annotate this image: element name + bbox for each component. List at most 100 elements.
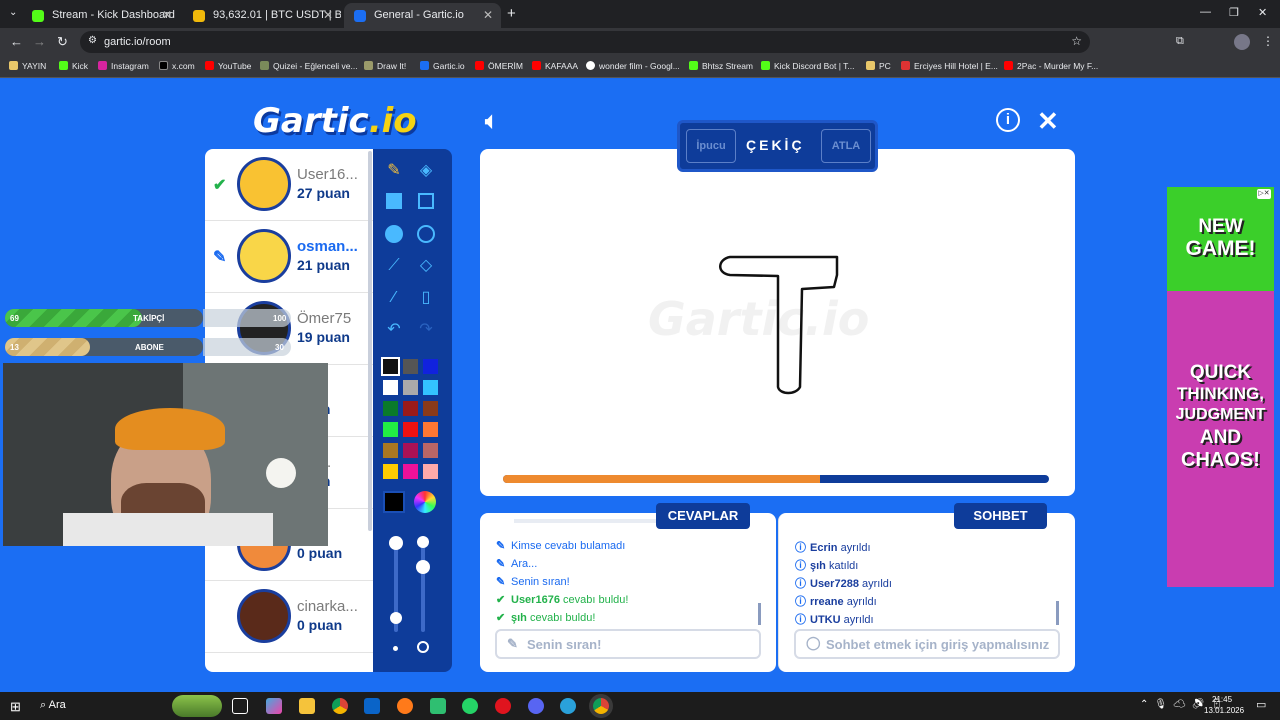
color-swatch[interactable] xyxy=(383,422,398,437)
fill-bucket-icon[interactable]: ◈ xyxy=(416,161,436,181)
color-swatch[interactable] xyxy=(383,464,398,479)
bookmark-item[interactable]: Kick xyxy=(59,61,88,71)
bookmark-item[interactable]: wonder film - Googl... xyxy=(586,61,680,71)
bookmark-item[interactable]: Bhtsz Stream xyxy=(689,61,753,71)
color-swatch[interactable] xyxy=(403,380,418,395)
skip-button[interactable]: ATLA xyxy=(821,129,871,163)
color-swatch[interactable] xyxy=(403,401,418,416)
outlook-icon[interactable] xyxy=(364,698,380,714)
menu-icon[interactable]: ⋮ xyxy=(1262,34,1274,48)
back-icon[interactable]: ← xyxy=(10,34,23,49)
forward-icon[interactable]: → xyxy=(33,34,46,49)
tab-btc-usdt[interactable]: 93,632.01 | BTC USDT | Bitcoin ✕ xyxy=(183,3,341,28)
color-swatch[interactable] xyxy=(423,422,438,437)
whatsapp-icon[interactable] xyxy=(462,698,478,714)
profile-avatar[interactable] xyxy=(1234,34,1250,50)
close-tab-icon[interactable]: ✕ xyxy=(483,8,493,22)
color-swatch[interactable] xyxy=(403,359,418,374)
answer-input[interactable]: ✎ Senin sıran! xyxy=(495,629,761,659)
color-swatch[interactable] xyxy=(423,443,438,458)
color-swatch[interactable] xyxy=(403,443,418,458)
eyedropper-icon[interactable]: ⁄ xyxy=(384,288,404,308)
ad-banner[interactable]: NEW GAME! QUICK THINKING, JUDGMENT AND C… xyxy=(1167,187,1274,587)
color-swatch[interactable] xyxy=(403,464,418,479)
answers-scrollbar[interactable] xyxy=(758,603,761,625)
info-icon[interactable]: i xyxy=(996,108,1020,132)
app-icon[interactable] xyxy=(430,698,446,714)
opacity-slider-handle-2[interactable] xyxy=(416,560,430,574)
color-swatch[interactable] xyxy=(383,380,398,395)
opera-icon[interactable] xyxy=(495,698,511,714)
tab-list-icon[interactable]: ⌄ xyxy=(9,7,17,18)
bookmark-item[interactable]: Kick Discord Bot | T... xyxy=(761,61,854,71)
copilot-icon[interactable] xyxy=(266,698,282,714)
color-swatch[interactable] xyxy=(423,401,438,416)
size-slider-handle[interactable] xyxy=(389,536,403,550)
color-swatch[interactable] xyxy=(383,401,398,416)
opacity-slider-handle[interactable] xyxy=(417,536,429,548)
size-slider[interactable] xyxy=(389,536,403,632)
drawing-canvas[interactable]: Gartic.io xyxy=(480,149,1075,496)
close-room-icon[interactable]: ✕ xyxy=(1037,106,1059,137)
discord-icon[interactable] xyxy=(528,698,544,714)
ad-close-icon[interactable]: ▷✕ xyxy=(1257,189,1271,199)
tab-gartic[interactable]: General - Gartic.io ✕ xyxy=(344,3,501,28)
start-icon[interactable]: ⊞ xyxy=(10,699,21,715)
chrome-active-icon[interactable] xyxy=(593,698,609,714)
eraser-icon[interactable]: ◇ xyxy=(416,256,436,276)
task-view-icon[interactable] xyxy=(232,698,248,714)
opacity-slider[interactable] xyxy=(416,536,430,632)
notification-icon[interactable]: ▭ xyxy=(1256,698,1266,711)
bookmark-item[interactable]: 2Pac - Murder My F... xyxy=(1004,61,1098,71)
size-slider-handle-bottom[interactable] xyxy=(390,612,402,624)
url-field[interactable]: ⚙ gartic.io/room ☆ xyxy=(80,31,1090,53)
bookmark-item[interactable]: Quizei - Eğlenceli ve... xyxy=(260,61,358,71)
close-tab-icon[interactable]: ✕ xyxy=(162,8,172,22)
color-swatch[interactable] xyxy=(403,422,418,437)
player-list-scrollbar[interactable] xyxy=(368,151,372,531)
bookmark-star-icon[interactable]: ☆ xyxy=(1071,34,1082,48)
site-info-icon[interactable]: ⚙ xyxy=(88,35,97,46)
current-color-swatch[interactable] xyxy=(383,491,405,513)
taskbar-search[interactable]: ⌕ Ara xyxy=(40,699,66,712)
pencil-icon[interactable]: ✎ xyxy=(384,161,404,181)
tab-kick-dashboard[interactable]: Stream - Kick Dashboard ✕ xyxy=(22,3,180,28)
bookmark-item[interactable]: PC xyxy=(866,61,891,71)
color-picker-icon[interactable] xyxy=(414,491,436,513)
minimize-icon[interactable]: — xyxy=(1200,6,1211,18)
chat-scrollbar[interactable] xyxy=(1056,601,1059,625)
new-tab-icon[interactable]: + xyxy=(507,5,516,22)
color-swatch[interactable] xyxy=(383,443,398,458)
bookmark-item[interactable]: Instagram xyxy=(98,61,149,71)
bookmark-item[interactable]: YAYIN xyxy=(9,61,46,71)
sound-icon[interactable]: 🔈︎ xyxy=(485,108,498,134)
hint-button[interactable]: İpucu xyxy=(686,129,736,163)
player-row[interactable]: ✔ User16... 27 puan xyxy=(205,149,373,221)
file-explorer-icon[interactable] xyxy=(299,698,315,714)
player-row[interactable]: cinarka... 0 puan xyxy=(205,581,373,653)
reload-icon[interactable]: ↻ xyxy=(57,34,68,50)
filled-rect-icon[interactable] xyxy=(384,193,404,213)
bookmark-item[interactable]: YouTube xyxy=(205,61,251,71)
telegram-icon[interactable] xyxy=(560,698,576,714)
bookmark-item[interactable]: Gartic.io xyxy=(420,61,465,71)
line-icon[interactable]: ⟋ xyxy=(384,256,404,276)
close-tab-icon[interactable]: ✕ xyxy=(323,8,333,22)
redo-icon[interactable]: ↷ xyxy=(416,320,436,340)
undo-icon[interactable]: ↶ xyxy=(384,320,404,340)
rect-icon[interactable] xyxy=(416,193,436,213)
firefox-icon[interactable] xyxy=(397,698,413,714)
extensions-icon[interactable]: ⧉ xyxy=(1176,35,1184,48)
bookmark-item[interactable]: ÖMERİM xyxy=(475,61,523,71)
chrome-icon[interactable] xyxy=(332,698,348,714)
close-window-icon[interactable]: ✕ xyxy=(1258,6,1267,19)
color-swatch[interactable] xyxy=(423,380,438,395)
bookmark-item[interactable]: KAFAAA xyxy=(532,61,578,71)
page-icon[interactable]: ▯ xyxy=(416,288,436,308)
color-swatch[interactable] xyxy=(381,357,400,376)
restore-icon[interactable]: ❐ xyxy=(1229,6,1239,19)
filled-circle-icon[interactable] xyxy=(384,225,404,245)
player-row[interactable]: ✎ osman... 21 puan xyxy=(205,221,373,293)
circle-icon[interactable] xyxy=(416,225,436,245)
bookmark-item[interactable]: x.com xyxy=(159,61,195,71)
